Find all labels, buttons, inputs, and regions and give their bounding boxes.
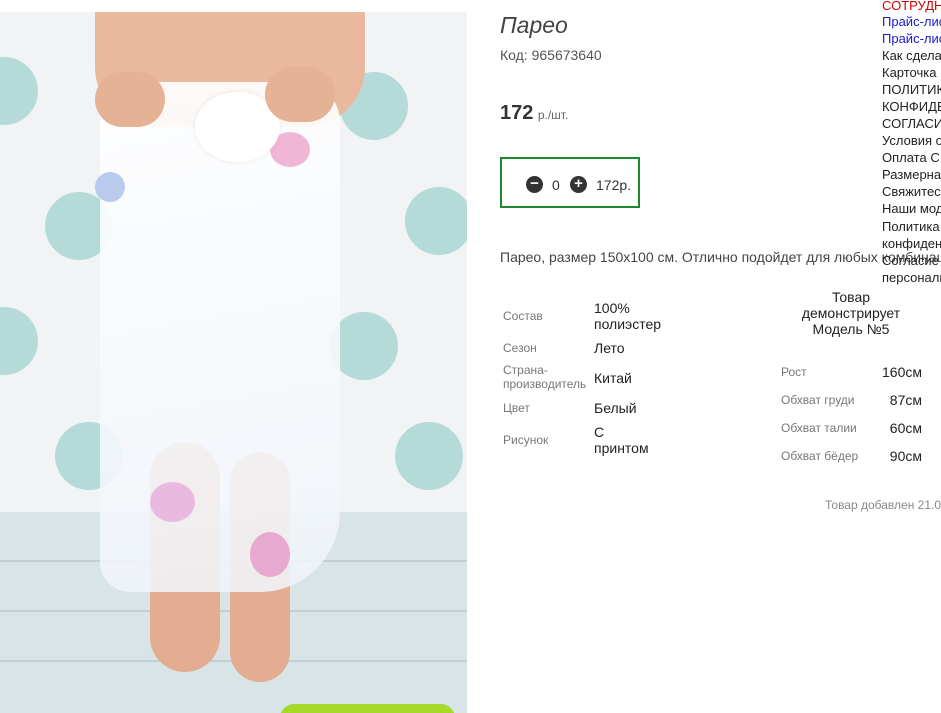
side-link-payment[interactable]: Оплата С [882,150,940,165]
spec-label-country: Страна-производитель [503,363,587,391]
plus-circle-icon[interactable]: + [570,176,587,193]
model-value-bust: 87см [889,392,922,408]
side-link-privacy-2[interactable]: конфиденциальности [882,236,941,251]
model-label-bust: Обхват груди [781,393,855,407]
side-link-models[interactable]: Наши модели [882,201,941,216]
side-link-payment-terms[interactable]: Условия оплаты [882,133,941,148]
side-link-consent[interactable]: СОГЛАСИЕ [882,116,941,131]
product-photo[interactable] [0,12,467,713]
price-value: 172 [500,102,534,124]
product-title: Парео [500,12,568,38]
side-link-size-chart[interactable]: Размерная сетка [882,167,941,182]
quantity-value: 0 [552,177,560,193]
minus-circle-icon[interactable]: − [526,176,543,193]
side-link-how-to-order[interactable]: Как сделать заказ [882,48,941,63]
side-link-card[interactable]: Карточка [882,65,936,80]
photo-green-tab[interactable] [280,704,455,713]
model-label-waist: Обхват талии [781,421,857,435]
spec-value-season: Лето [594,340,625,356]
model-value-height: 160см [882,364,922,380]
price: 172 р./шт. [500,102,568,125]
quantity-sum: 172р. [596,177,632,193]
side-link-policy-2[interactable]: Политика [882,219,940,234]
model-value-hips: 90см [889,448,922,464]
spec-value-pattern: С принтом [594,424,649,456]
spec-label-composition: Состав [503,309,543,323]
side-menu: СОТРУДНИЧЕСТВО Прайс-лист Прайс-лист Как… [882,0,941,300]
model-label-hips: Обхват бёдер [781,449,859,463]
spec-value-country: Китай [594,370,632,386]
model-label-height: Рост [781,365,807,379]
side-link-policy[interactable]: ПОЛИТИКА [882,82,941,97]
spec-label-color: Цвет [503,401,530,415]
side-link-price-list-2[interactable]: Прайс-лист [882,31,941,46]
side-link-contact[interactable]: Свяжитесь с нами [882,184,941,199]
side-link-consent-2[interactable]: Согласие на обработку [882,253,941,268]
side-link-price-list-1[interactable]: Прайс-лист [882,14,941,29]
spec-label-pattern: Рисунок [503,433,549,447]
model-value-waist: 60см [889,420,922,436]
product-description: Парео, размер 150x100 см. Отлично подойд… [500,249,941,265]
spec-value-composition: 100% полиэстер [594,300,662,332]
product-code: Код: 965673640 [500,47,602,63]
spec-label-season: Сезон [503,341,537,355]
side-link-personal-data[interactable]: персональных данных [882,270,941,285]
side-link-privacy[interactable]: КОНФИДЕНЦИАЛЬНОСТИ [882,99,941,114]
price-unit: р./шт. [537,108,569,122]
added-date: Товар добавлен 21.0 [825,498,941,512]
spec-value-color: Белый [594,400,637,416]
side-link-cooperation[interactable]: СОТРУДНИЧЕСТВО [882,0,941,13]
quantity-selector: − 0 + 172р. [500,157,640,208]
